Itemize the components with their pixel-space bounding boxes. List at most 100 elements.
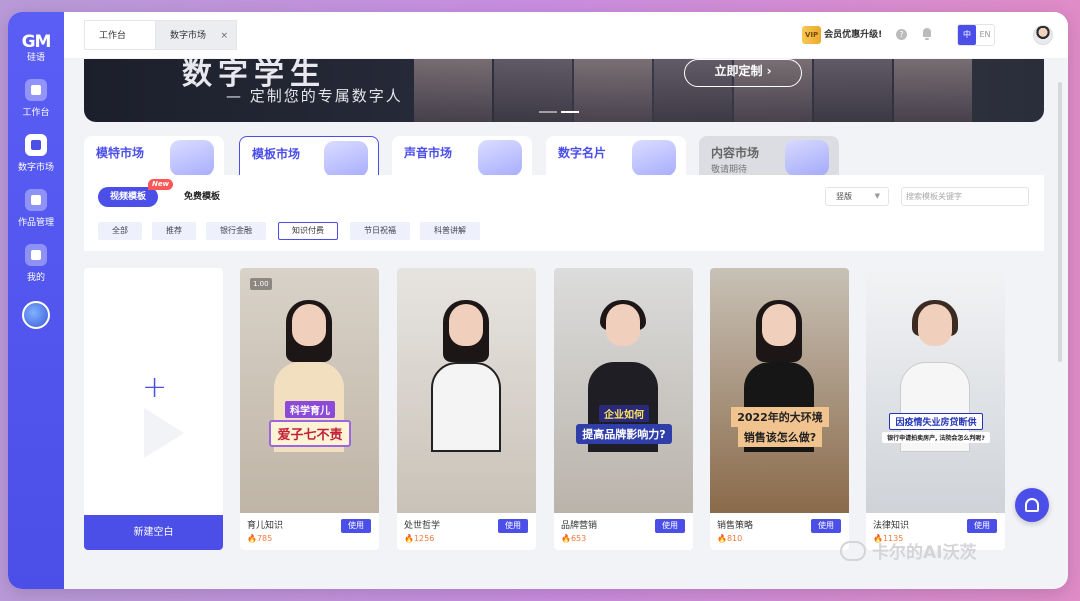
logo-mark: GM	[21, 32, 52, 52]
usage-count-value: 785	[256, 534, 273, 543]
model-icon	[170, 140, 214, 176]
thumbnail-caption-line1: 科学育儿	[285, 401, 335, 418]
market-card-title: 模板市场	[252, 147, 301, 161]
promo-banner[interactable]: 数字学生 — 定制您的专属数字人 立即定制 ›	[84, 59, 1044, 122]
template-card[interactable]: 企业如何 提高品牌影响力? 品牌营销 使用 🔥653	[554, 268, 693, 550]
profile-icon	[25, 244, 47, 266]
sidebar-item-label: 数字市场	[17, 163, 54, 173]
template-thumbnail	[397, 268, 536, 513]
template-name: 处世哲学	[404, 521, 441, 531]
banner-slogan: — 定制您的专属数字人	[226, 87, 403, 105]
sidebar-item-label: 工作台	[22, 108, 50, 118]
bell-icon[interactable]	[922, 28, 932, 40]
orientation-value: 竖版	[836, 192, 852, 201]
chip-all[interactable]: 全部	[98, 222, 142, 240]
sidebar-item-workbench[interactable]: 工作台	[8, 79, 64, 118]
lang-chinese-button[interactable]: 中	[958, 25, 976, 45]
usage-count: 🔥785	[247, 534, 272, 543]
market-card-templates[interactable]: 模板市场	[239, 136, 379, 176]
top-bar: 工作台 数字市场 × VIP 会员优惠升级! ? 中 EN	[64, 12, 1068, 58]
usage-count-value: 1256	[413, 534, 435, 543]
help-icon[interactable]: ?	[896, 29, 907, 40]
usage-count: 🔥810	[717, 534, 742, 543]
template-card[interactable]: 科学育儿 爱子七不责 1.00 育儿知识 使用 🔥785	[240, 268, 379, 550]
workbench-icon	[25, 79, 47, 101]
speed-badge: 1.00	[250, 278, 272, 290]
sound-wave-icon	[478, 140, 522, 176]
market-card-content: 内容市场 敬请期待	[699, 136, 839, 176]
play-icon	[144, 408, 184, 458]
template-card[interactable]: 2022年的大环境 销售该怎么做? 销售策略 使用 🔥810	[710, 268, 849, 550]
sidebar-item-label: 我的	[26, 273, 45, 283]
use-template-button[interactable]: 使用	[498, 519, 528, 533]
customer-support-button[interactable]	[1015, 488, 1049, 522]
close-icon[interactable]: ×	[220, 21, 228, 51]
sidebar-item-label: 作品管理	[17, 218, 54, 228]
lang-english-button[interactable]: EN	[976, 25, 994, 45]
user-avatar[interactable]	[1033, 25, 1053, 45]
thumbnail-caption-line1: 企业如何	[599, 404, 649, 422]
thumbnail-caption-line1: 因疫情失业房贷断供	[889, 413, 983, 430]
usage-count-value: 810	[726, 534, 743, 543]
template-card[interactable]: 因疫情失业房贷断供 银行申请拍卖房产, 法院会怎么判呢? 法律知识 使用 🔥11…	[866, 268, 1005, 550]
fire-icon: 🔥	[561, 534, 571, 543]
market-card-business-card[interactable]: 数字名片	[546, 136, 686, 176]
chip-greetings[interactable]: 节日祝福	[350, 222, 410, 240]
orientation-select[interactable]: 竖版 ▼	[825, 187, 889, 206]
filter-panel: 视频模板 New 免费模板 竖版 ▼ 全部 推荐 银行金融 知识付费 节日祝福 …	[84, 175, 1044, 251]
use-template-button[interactable]: 使用	[967, 519, 997, 533]
template-thumbnail: 企业如何 提高品牌影响力?	[554, 268, 693, 513]
watermark-text: 卡尔的AI沃茨	[872, 543, 977, 563]
thumbnail-caption-line1: 2022年的大环境	[731, 407, 829, 427]
thumbnail-caption-line2: 爱子七不责	[269, 420, 351, 447]
scrollbar[interactable]	[1058, 82, 1062, 362]
new-badge: New	[148, 179, 174, 190]
banner-pagination[interactable]	[539, 111, 583, 113]
app-logo[interactable]: GM 硅语	[16, 32, 56, 63]
coming-soon-label: 敬请期待	[711, 165, 748, 175]
template-thumbnail: 因疫情失业房贷断供 银行申请拍卖房产, 法院会怎么判呢?	[866, 268, 1005, 513]
use-template-button[interactable]: 使用	[341, 519, 371, 533]
usage-count-value: 653	[570, 534, 587, 543]
market-card-title: 模特市场	[96, 146, 145, 160]
market-card-models[interactable]: 模特市场	[84, 136, 224, 176]
thumbnail-caption-line2: 银行申请拍卖房产, 法院会怎么判呢?	[882, 432, 990, 443]
sidebar-item-works[interactable]: 作品管理	[8, 189, 64, 228]
wechat-icon	[840, 540, 866, 561]
works-icon	[25, 189, 47, 211]
market-card-title: 声音市场	[404, 146, 453, 160]
language-switch: 中 EN	[957, 24, 995, 46]
sidebar: GM 硅语 工作台 数字市场 作品管理 我的	[8, 12, 64, 589]
template-thumbnail: 科学育儿 爱子七不责 1.00	[240, 268, 379, 513]
market-card-voices[interactable]: 声音市场	[392, 136, 532, 176]
usage-count: 🔥653	[561, 534, 586, 543]
use-template-button[interactable]: 使用	[655, 519, 685, 533]
tab-market[interactable]: 数字市场 ×	[155, 20, 237, 50]
subtab-free-templates[interactable]: 免费模板	[172, 187, 232, 207]
vip-crown-icon: VIP	[802, 26, 822, 44]
use-template-button[interactable]: 使用	[811, 519, 841, 533]
template-card[interactable]: 处世哲学 使用 🔥1256	[397, 268, 536, 550]
new-blank-card[interactable]: + 新建空白	[84, 268, 223, 550]
chip-recommended[interactable]: 推荐	[152, 222, 196, 240]
fire-icon: 🔥	[404, 534, 414, 543]
sidebar-item-market[interactable]: 数字市场	[8, 134, 64, 173]
fire-icon: 🔥	[247, 534, 257, 543]
subtab-video-templates[interactable]: 视频模板	[98, 187, 159, 207]
tab-label: 工作台	[99, 31, 127, 41]
tab-workbench[interactable]: 工作台	[84, 20, 156, 50]
vip-text: 会员优惠升级!	[824, 30, 883, 40]
assistant-avatar[interactable]	[22, 301, 50, 329]
chip-paid-knowledge[interactable]: 知识付费	[278, 222, 338, 240]
sidebar-item-profile[interactable]: 我的	[8, 244, 64, 283]
search-input[interactable]	[901, 187, 1029, 206]
template-name: 育儿知识	[247, 521, 284, 531]
market-card-title: 内容市场	[711, 146, 760, 160]
market-icon	[25, 134, 47, 156]
chip-banking[interactable]: 银行金融	[206, 222, 266, 240]
new-blank-button[interactable]: 新建空白	[84, 515, 223, 550]
vip-upgrade-link[interactable]: VIP 会员优惠升级!	[802, 26, 882, 44]
app-window: GM 硅语 工作台 数字市场 作品管理 我的 工作台 数字市场 × VIP 会员…	[8, 12, 1068, 589]
chip-science[interactable]: 科普讲解	[420, 222, 480, 240]
custom-now-button[interactable]: 立即定制 ›	[684, 59, 802, 87]
